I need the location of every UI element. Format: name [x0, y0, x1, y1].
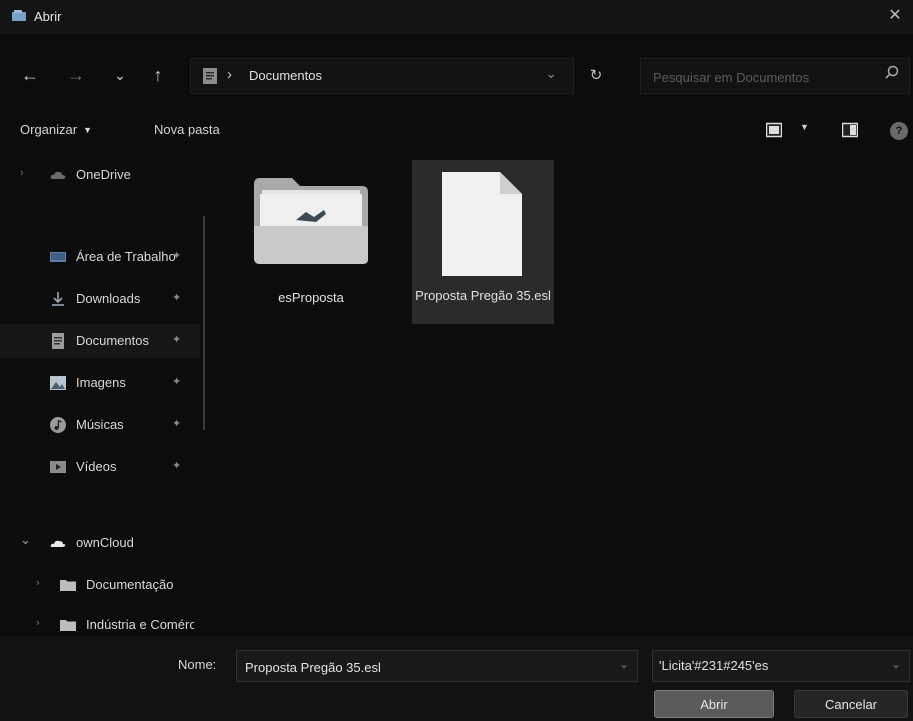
file-name-combo: ⌄: [236, 650, 638, 682]
open-button[interactable]: Abrir: [654, 690, 774, 718]
desktop-icon: [50, 252, 66, 262]
file-icon: [442, 172, 522, 276]
back-arrow-icon[interactable]: ←: [16, 62, 44, 88]
file-list: esProposta Proposta Pregão 35.esl: [210, 150, 910, 630]
folder-icon: [60, 580, 76, 591]
address-bar[interactable]: › Documentos ⌄: [190, 58, 574, 94]
sidebar-item-label: Indústria e Comércio: [86, 617, 194, 632]
sidebar-item-label: Imagens: [76, 375, 126, 390]
file-name: Proposta Pregão 35.esl: [415, 288, 551, 303]
open-file-dialog: Abrir ✕ ← → ⌄ ↑ › Documentos ⌄ ↻ Organiz…: [0, 0, 913, 721]
breadcrumb-documentos[interactable]: Documentos: [249, 68, 322, 83]
owncloud-icon: [50, 540, 66, 547]
navigation-pane: › OneDrive Área de Trabalho ✦ Downloads …: [0, 150, 200, 636]
cancel-button[interactable]: Cancelar: [794, 690, 908, 718]
sidebar-item-owncloud[interactable]: ⌄ ownCloud: [0, 526, 200, 560]
new-folder-button[interactable]: Nova pasta: [154, 122, 220, 137]
file-name-label: Nome:: [178, 657, 217, 672]
pin-icon: ✦: [172, 376, 182, 388]
view-dropdown-icon[interactable]: ▼: [800, 122, 809, 132]
forward-arrow-icon[interactable]: →: [62, 62, 90, 88]
up-arrow-icon[interactable]: ↑: [144, 62, 172, 88]
search-input[interactable]: [651, 66, 875, 88]
sidebar-item-music[interactable]: Músicas ✦: [0, 408, 200, 442]
sidebar-item-pictures[interactable]: Imagens ✦: [0, 366, 200, 400]
collapse-chevron-icon[interactable]: ⌄: [20, 532, 31, 548]
organize-label: Organizar: [20, 122, 78, 137]
folder-icon: [60, 620, 76, 631]
expand-chevron-icon[interactable]: ›: [20, 167, 24, 179]
command-bar: Organizar ▼ Nova pasta ▼ ?: [0, 114, 913, 148]
expand-chevron-icon[interactable]: ›: [36, 577, 40, 589]
file-item-folder[interactable]: esProposta: [240, 160, 382, 324]
file-name: esProposta: [278, 290, 344, 305]
title-bar: Abrir ✕: [0, 0, 913, 34]
sidebar-item-label: Vídeos: [76, 459, 117, 474]
documents-folder-icon: [203, 68, 217, 84]
sidebar-item-desktop[interactable]: Área de Trabalho ✦: [0, 240, 200, 274]
refresh-icon[interactable]: ↻: [584, 66, 608, 86]
view-options-icon[interactable]: [766, 122, 782, 138]
navigation-bar: ← → ⌄ ↑ › Documentos ⌄ ↻: [0, 52, 913, 98]
navigation-pane-scrollbar[interactable]: [203, 216, 205, 430]
organize-caret-icon: ▼: [83, 125, 92, 135]
help-icon[interactable]: ?: [890, 122, 908, 140]
sidebar-item-label: Área de Trabalho: [76, 249, 176, 264]
preview-pane-icon[interactable]: [842, 122, 858, 138]
video-icon: [50, 461, 66, 473]
file-type-select[interactable]: 'Licita'#231#245'es ⌄: [652, 650, 910, 682]
cloud-icon: [50, 171, 66, 179]
file-name-panel: Nome: ⌄ 'Licita'#231#245'es ⌄ Abrir Canc…: [0, 636, 913, 721]
sidebar-item-label: ownCloud: [76, 535, 134, 550]
search-icon[interactable]: [885, 65, 899, 79]
pictures-icon: [50, 376, 66, 390]
file-name-dropdown-icon[interactable]: ⌄: [619, 657, 629, 671]
app-icon: [12, 10, 26, 21]
breadcrumb-separator: ›: [227, 66, 232, 83]
file-type-value: 'Licita'#231#245'es: [659, 658, 769, 673]
file-name-input[interactable]: [243, 657, 607, 677]
sidebar-item-label: Documentação: [86, 577, 174, 592]
pin-icon: ✦: [172, 250, 182, 262]
sidebar-item-documents[interactable]: Documentos ✦: [0, 324, 200, 358]
sidebar-item-videos[interactable]: Vídeos ✦: [0, 450, 200, 484]
download-icon: [52, 292, 64, 306]
address-dropdown-icon[interactable]: ⌄: [545, 65, 557, 82]
sidebar-item-downloads[interactable]: Downloads ✦: [0, 282, 200, 316]
sidebar-item-label: Documentos: [76, 333, 149, 348]
window-title: Abrir: [34, 9, 62, 24]
pin-icon: ✦: [172, 460, 182, 472]
sidebar-item-label: OneDrive: [76, 167, 131, 182]
sidebar-item-label: Músicas: [76, 417, 124, 432]
pin-icon: ✦: [172, 292, 182, 304]
expand-chevron-icon[interactable]: ›: [36, 617, 40, 629]
folder-icon: [254, 178, 368, 264]
sidebar-item-onedrive[interactable]: › OneDrive: [0, 158, 200, 192]
pin-icon: ✦: [172, 334, 182, 346]
music-icon: [50, 417, 66, 433]
search-box: [640, 58, 910, 94]
file-item-file[interactable]: Proposta Pregão 35.esl: [412, 160, 554, 324]
close-icon[interactable]: ✕: [883, 4, 907, 28]
file-type-dropdown-icon[interactable]: ⌄: [891, 657, 901, 671]
sidebar-item-label: Downloads: [76, 291, 141, 306]
organize-button[interactable]: Organizar ▼: [20, 122, 92, 137]
sidebar-item-documentacao[interactable]: › Documentação: [0, 568, 200, 602]
pin-icon: ✦: [172, 418, 182, 430]
recent-locations-chevron-icon[interactable]: ⌄: [106, 62, 134, 88]
document-icon: [52, 333, 64, 349]
